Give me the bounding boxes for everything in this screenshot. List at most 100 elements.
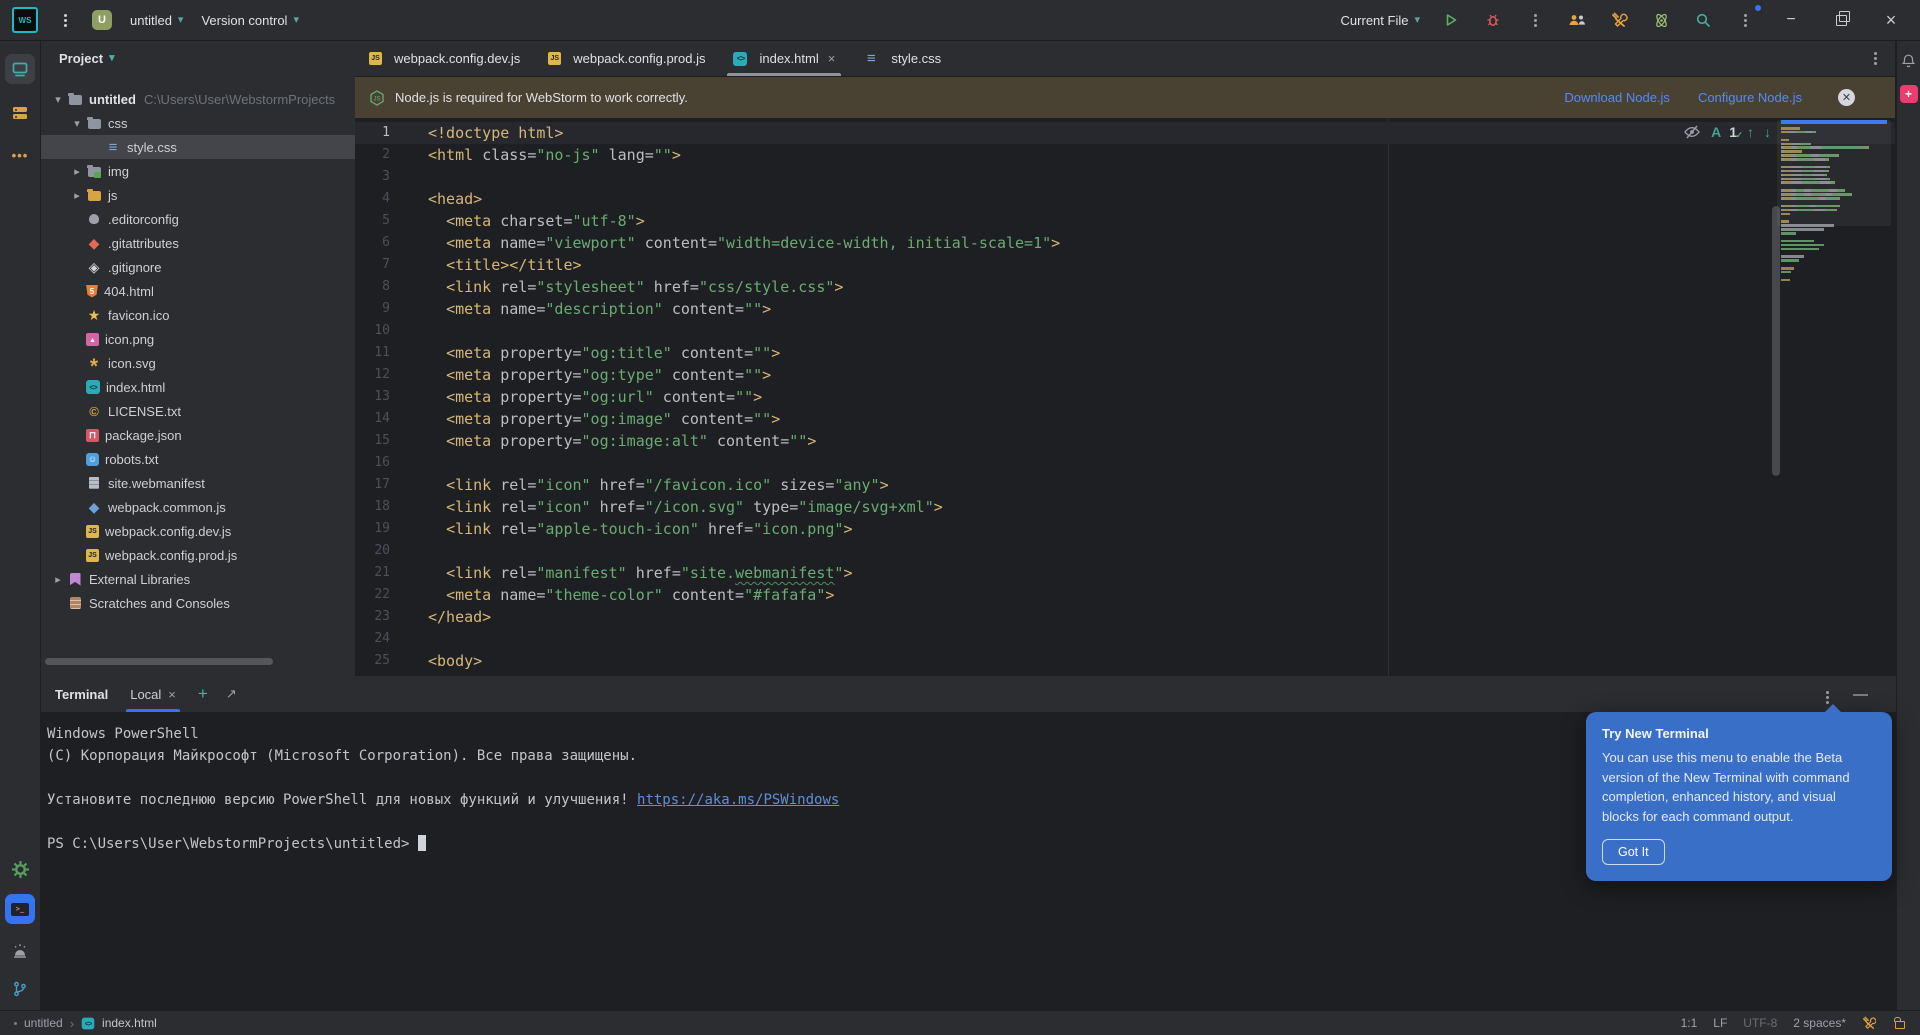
tree-item[interactable]: robots.txt	[41, 447, 355, 471]
project-tree: ▾untitledC:\Users\User\WebstormProjects▾…	[41, 87, 355, 615]
status-item[interactable]: 2 spaces*	[1793, 1016, 1846, 1030]
code-line: 19 <link rel="apple-touch-icon" href="ic…	[355, 518, 1895, 540]
nodejs-icon: JS	[369, 90, 385, 106]
tree-item[interactable]: Scratches and Consoles	[41, 591, 355, 615]
new-terminal-session-icon[interactable]: +	[198, 684, 208, 704]
version-control-tool-button[interactable]	[0, 969, 40, 1009]
horizontal-scrollbar[interactable]	[45, 658, 273, 665]
terminal-title[interactable]: Terminal	[55, 687, 108, 702]
tree-item[interactable]: ▸ External Libraries	[41, 567, 355, 591]
banner-close-icon[interactable]: ✕	[1838, 89, 1855, 106]
search-everywhere-icon[interactable]	[1692, 9, 1714, 31]
chevron-right-icon[interactable]: ▸	[68, 189, 86, 202]
status-item[interactable]: LF	[1713, 1016, 1727, 1030]
css-file-icon	[863, 51, 879, 66]
activity-bar: ••• >_	[0, 41, 41, 1010]
window-minimize-button[interactable]: −	[1776, 12, 1806, 28]
tree-item[interactable]: icon.svg	[41, 351, 355, 375]
tree-item[interactable]: webpack.config.dev.js	[41, 519, 355, 543]
editor-tab[interactable]: style.css	[849, 41, 955, 76]
project-tool-button[interactable]	[0, 49, 40, 89]
tab-options-icon[interactable]	[1874, 41, 1895, 76]
tree-item[interactable]: ▾untitledC:\Users\User\WebstormProjects	[41, 87, 355, 111]
chevron-right-icon[interactable]: ▸	[49, 573, 67, 586]
minimap[interactable]	[1781, 120, 1887, 283]
tree-item[interactable]: ▸js	[41, 183, 355, 207]
settings-button[interactable]	[0, 849, 40, 889]
code-editor[interactable]: 1<!doctype html>2<html class="no-js" lan…	[355, 118, 1895, 676]
download-nodejs-link[interactable]: Download Node.js	[1564, 90, 1670, 105]
tree-item[interactable]: favicon.ico	[41, 303, 355, 327]
next-problem-icon[interactable]: ↓	[1764, 124, 1771, 140]
prev-problem-icon[interactable]: ↑	[1747, 124, 1754, 140]
settings-menu-icon[interactable]	[1734, 9, 1756, 31]
structure-tool-button[interactable]	[0, 93, 40, 133]
ai-assistant-plugin-icon[interactable]: +	[1900, 85, 1918, 103]
status-item[interactable]: 1:1	[1681, 1016, 1698, 1030]
tree-item[interactable]: .editorconfig	[41, 207, 355, 231]
got-it-button[interactable]: Got It	[1602, 839, 1665, 865]
editor-scrollbar[interactable]	[1772, 206, 1780, 476]
git-branch-icon	[12, 981, 28, 997]
chevron-down-icon[interactable]: ▾	[68, 117, 86, 130]
project-panel-header[interactable]: Project ▾	[41, 41, 355, 75]
terminal-options-icon[interactable]	[1826, 687, 1829, 702]
gear-icon	[12, 861, 29, 878]
tree-item-label: External Libraries	[89, 572, 190, 587]
typo-inspection-icon[interactable]: A✓1	[1711, 124, 1737, 140]
editor-tab[interactable]: index.html×	[719, 41, 849, 76]
ai-assistant-icon[interactable]	[1650, 9, 1672, 31]
code-line: 21 <link rel="manifest" href="site.webma…	[355, 562, 1895, 584]
terminal-link[interactable]: https://aka.ms/PSWindows	[637, 792, 839, 808]
terminal-tool-button[interactable]: >_	[0, 889, 40, 929]
editor-tab[interactable]: webpack.config.prod.js	[534, 41, 719, 76]
chevron-right-icon[interactable]: ▸	[68, 165, 86, 178]
tree-item[interactable]: LICENSE.txt	[41, 399, 355, 423]
tree-item[interactable]: site.webmanifest	[41, 471, 355, 495]
tree-item[interactable]: .gitignore	[41, 255, 355, 279]
maximize-terminal-icon[interactable]: ↗	[226, 686, 237, 702]
window-close-button[interactable]: ×	[1876, 11, 1906, 29]
title-bar: WS U untitled ▾ Version control ▾ Curren…	[0, 0, 1920, 41]
window-restore-button[interactable]	[1826, 15, 1856, 26]
editor-tab[interactable]: webpack.config.dev.js	[355, 41, 534, 76]
highlighting-eye-icon[interactable]	[1683, 124, 1701, 140]
status-tools-icon[interactable]	[1862, 1016, 1876, 1030]
write-access-lock-icon[interactable]	[1894, 1017, 1906, 1030]
tree-item[interactable]: package.json	[41, 423, 355, 447]
breadcrumb-project[interactable]: untitled	[24, 1016, 63, 1030]
notifications-bell-icon[interactable]	[1901, 53, 1916, 69]
more-run-actions-icon[interactable]	[1524, 9, 1546, 31]
configure-nodejs-link[interactable]: Configure Node.js	[1698, 90, 1802, 105]
tools-icon[interactable]	[1608, 9, 1630, 31]
gitignore-icon	[86, 260, 102, 275]
breadcrumb-file[interactable]: index.html	[102, 1016, 157, 1030]
vcs-widget[interactable]: Version control ▾	[201, 13, 299, 28]
terminal-tab-local[interactable]: Local ×	[126, 676, 180, 712]
more-tool-windows-button[interactable]: •••	[0, 135, 40, 175]
tree-item[interactable]: index.html	[41, 375, 355, 399]
run-button[interactable]	[1440, 9, 1462, 31]
close-terminal-tab-icon[interactable]: ×	[168, 687, 176, 702]
tree-item[interactable]: webpack.config.prod.js	[41, 543, 355, 567]
scratches-icon	[67, 596, 83, 611]
main-menu-icon[interactable]	[56, 8, 74, 32]
tree-item[interactable]: style.css	[41, 135, 355, 159]
debug-button[interactable]	[1482, 9, 1504, 31]
tree-item[interactable]: .gitattributes	[41, 231, 355, 255]
tree-item[interactable]: 404.html	[41, 279, 355, 303]
tree-item[interactable]: icon.png	[41, 327, 355, 351]
close-tab-icon[interactable]: ×	[828, 51, 836, 66]
project-widget[interactable]: untitled ▾	[130, 13, 183, 28]
status-item[interactable]: UTF-8	[1743, 1016, 1777, 1030]
run-configuration-widget[interactable]: Current File ▾	[1341, 13, 1420, 28]
tree-item[interactable]: webpack.common.js	[41, 495, 355, 519]
tree-item[interactable]: ▸img	[41, 159, 355, 183]
notifications-tool-button[interactable]	[0, 931, 40, 971]
hide-terminal-icon[interactable]: —	[1853, 686, 1868, 703]
tree-item[interactable]: ▾css	[41, 111, 355, 135]
project-avatar[interactable]: U	[92, 10, 112, 30]
chevron-down-icon[interactable]: ▾	[49, 93, 67, 106]
code-with-me-icon[interactable]	[1566, 9, 1588, 31]
js-file-icon	[86, 549, 99, 562]
